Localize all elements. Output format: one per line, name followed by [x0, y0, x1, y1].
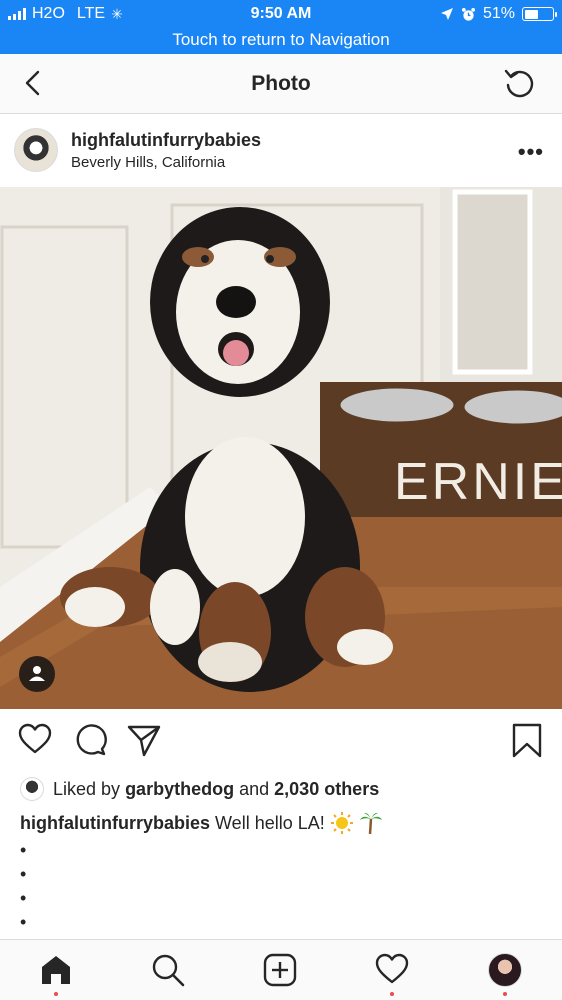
- more-icon[interactable]: •••: [518, 139, 544, 165]
- status-right: 51%: [440, 5, 557, 23]
- comment-icon[interactable]: [72, 722, 108, 758]
- liked-count[interactable]: 2,030 others: [274, 779, 379, 800]
- nav-header: Photo: [0, 54, 562, 114]
- battery-percent: 51%: [482, 5, 515, 22]
- liked-user[interactable]: garbythedog: [125, 779, 234, 800]
- bullet: •: [20, 912, 27, 932]
- page-title: Photo: [251, 72, 311, 95]
- caption-username[interactable]: highfalutinfurrybabies: [20, 813, 210, 834]
- add-post-icon[interactable]: [262, 952, 298, 988]
- alarm-icon: [461, 7, 476, 21]
- battery-icon: [522, 7, 557, 21]
- bullet: •: [20, 888, 27, 908]
- caption-text: Well hello LA!: [215, 812, 325, 833]
- user-avatar[interactable]: [14, 128, 58, 172]
- heart-icon[interactable]: [17, 722, 53, 758]
- refresh-icon[interactable]: [502, 66, 538, 102]
- status-bar: H2O LTE ✳ 9:50 AM 51% Touch to return to…: [0, 0, 562, 54]
- bookmark-icon[interactable]: [509, 722, 545, 758]
- post-caption: highfalutinfurrybabies Well hello LA!: [20, 811, 383, 835]
- bullet: •: [20, 840, 27, 860]
- post-actions: [0, 722, 562, 766]
- palm-tree-emoji: [359, 812, 382, 835]
- post-header: highfalutinfurrybabies Beverly Hills, Ca…: [0, 115, 562, 187]
- sun-emoji: [330, 812, 353, 834]
- bottom-tab-bar: [0, 939, 562, 1000]
- post-username[interactable]: highfalutinfurrybabies: [71, 130, 261, 151]
- photo-illustration: ERNIE: [0, 187, 562, 709]
- post-photo[interactable]: ERNIE: [0, 187, 562, 709]
- home-notification-dot: [54, 992, 58, 996]
- home-icon[interactable]: [38, 952, 74, 988]
- activity-icon[interactable]: [374, 952, 410, 988]
- liked-and: and: [239, 778, 270, 799]
- location-icon: [440, 8, 453, 20]
- activity-notification-dot: [390, 992, 394, 996]
- bullet: •: [20, 864, 27, 884]
- liker-avatar[interactable]: [20, 777, 44, 801]
- return-to-navigation[interactable]: Touch to return to Navigation: [0, 30, 562, 50]
- profile-notification-dot: [503, 992, 507, 996]
- liked-prefix: Liked by: [53, 778, 121, 799]
- bowl-sign: ERNIE: [394, 453, 562, 511]
- profile-avatar[interactable]: [488, 953, 522, 987]
- share-icon[interactable]: [126, 722, 162, 758]
- search-icon[interactable]: [150, 952, 186, 988]
- likes-line: Liked by garbythedog and 2,030 others: [20, 776, 379, 802]
- caption-bullets: • • • •: [20, 838, 26, 934]
- post-location[interactable]: Beverly Hills, California: [71, 154, 225, 171]
- user-tag-icon[interactable]: [19, 656, 55, 692]
